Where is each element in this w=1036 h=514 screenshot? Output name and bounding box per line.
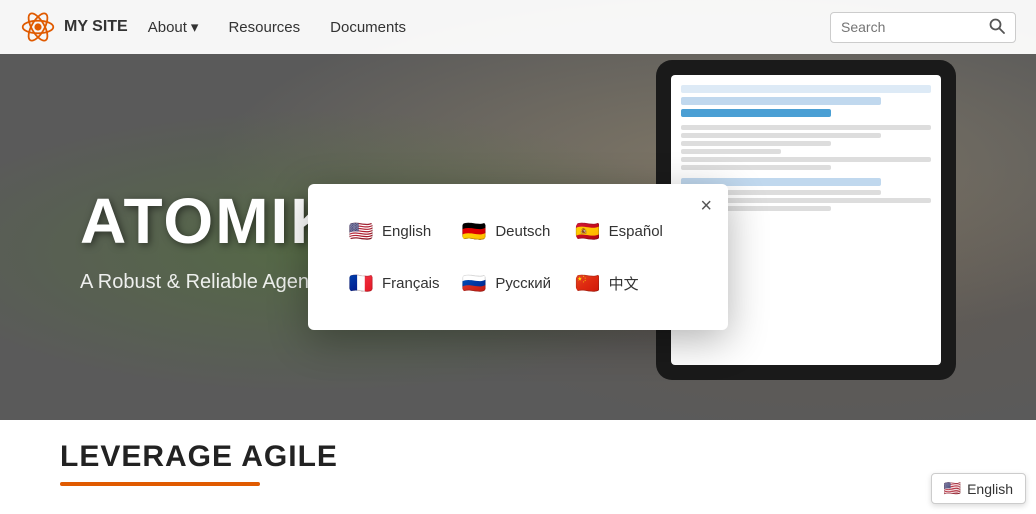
- flag-ru: 🇷🇺: [461, 270, 487, 296]
- lang-russian[interactable]: 🇷🇺 Русский: [461, 266, 574, 300]
- footer-language-label: English: [967, 481, 1013, 497]
- lang-deutsch[interactable]: 🇩🇪 Deutsch: [461, 214, 574, 248]
- modal-overlay: × 🇺🇸 English 🇩🇪 Deutsch 🇪🇸 Español 🇫🇷 Fr…: [0, 0, 1036, 514]
- lang-english[interactable]: 🇺🇸 English: [348, 214, 461, 248]
- footer-flag: 🇺🇸: [944, 480, 961, 497]
- lang-francais[interactable]: 🇫🇷 Français: [348, 266, 461, 300]
- flag-fr: 🇫🇷: [348, 270, 374, 296]
- flag-us: 🇺🇸: [348, 218, 374, 244]
- footer-language-button[interactable]: 🇺🇸 English: [931, 473, 1026, 504]
- flag-de: 🇩🇪: [461, 218, 487, 244]
- language-modal: × 🇺🇸 English 🇩🇪 Deutsch 🇪🇸 Español 🇫🇷 Fr…: [308, 184, 728, 330]
- language-grid: 🇺🇸 English 🇩🇪 Deutsch 🇪🇸 Español 🇫🇷 Fran…: [348, 214, 688, 300]
- flag-cn: 🇨🇳: [575, 270, 601, 296]
- modal-close-button[interactable]: ×: [700, 196, 712, 216]
- lang-chinese[interactable]: 🇨🇳 中文: [575, 266, 688, 300]
- flag-es: 🇪🇸: [575, 218, 601, 244]
- lang-espanol[interactable]: 🇪🇸 Español: [575, 214, 688, 248]
